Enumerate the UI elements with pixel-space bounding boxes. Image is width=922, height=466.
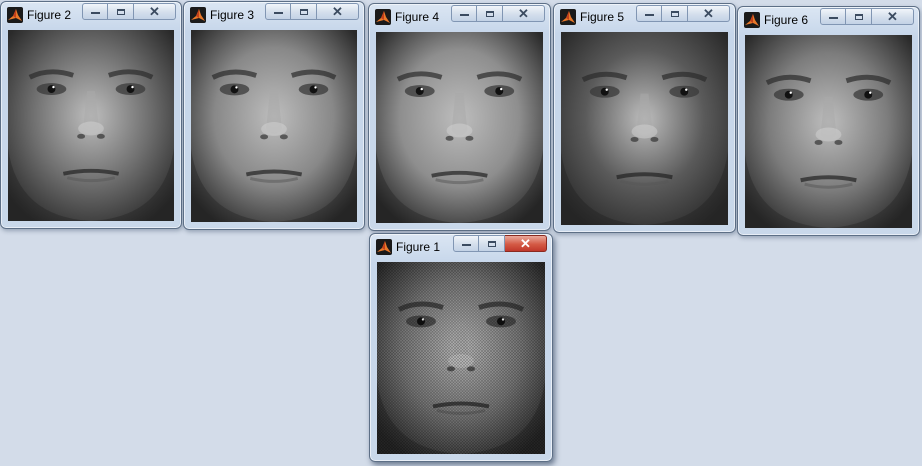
title-bar[interactable]: Figure 6 ✕	[738, 7, 919, 31]
minimize-button[interactable]	[82, 3, 108, 20]
title-bar[interactable]: Figure 1 ✕	[370, 234, 552, 258]
face-image	[8, 30, 174, 221]
face-image	[561, 32, 728, 225]
face-image	[377, 262, 545, 454]
window-title: Figure 3	[210, 8, 255, 22]
minimize-icon	[273, 12, 283, 14]
maximize-icon	[485, 10, 494, 17]
minimize-button[interactable]	[265, 3, 291, 20]
close-icon: ✕	[703, 6, 714, 21]
close-icon: ✕	[520, 236, 531, 251]
figure-window-1[interactable]: Figure 1 ✕	[369, 233, 553, 462]
figure-window-2[interactable]: Figure 2 ✕	[0, 1, 182, 229]
maximize-icon	[299, 8, 308, 15]
close-button[interactable]: ✕	[872, 8, 914, 25]
maximize-button[interactable]	[662, 5, 688, 22]
matlab-icon	[375, 9, 391, 25]
window-title: Figure 1	[396, 240, 441, 254]
maximize-button[interactable]	[479, 235, 505, 252]
minimize-button[interactable]	[820, 8, 846, 25]
maximize-button[interactable]	[477, 5, 503, 22]
figure-window-6[interactable]: Figure 6 ✕	[737, 6, 920, 236]
minimize-button[interactable]	[453, 235, 479, 252]
figure-window-5[interactable]: Figure 5 ✕	[553, 3, 736, 233]
figure-window-3[interactable]: Figure 3 ✕	[183, 1, 365, 230]
close-button[interactable]: ✕	[688, 5, 730, 22]
matlab-icon	[7, 7, 23, 23]
title-bar[interactable]: Figure 2 ✕	[1, 2, 181, 26]
minimize-icon	[461, 244, 471, 246]
face-image	[376, 32, 543, 223]
close-icon: ✕	[149, 4, 160, 19]
title-bar[interactable]: Figure 4 ✕	[369, 4, 550, 28]
close-button[interactable]: ✕	[505, 235, 547, 252]
maximize-icon	[854, 13, 863, 20]
maximize-button[interactable]	[846, 8, 872, 25]
face-image	[745, 35, 912, 228]
maximize-button[interactable]	[108, 3, 134, 20]
minimize-button[interactable]	[636, 5, 662, 22]
window-title: Figure 2	[27, 8, 72, 22]
maximize-icon	[670, 10, 679, 17]
face-image	[191, 30, 357, 222]
maximize-icon	[116, 8, 125, 15]
maximize-icon	[487, 240, 496, 247]
title-bar[interactable]: Figure 3 ✕	[184, 2, 364, 26]
minimize-icon	[459, 14, 469, 16]
minimize-icon	[644, 14, 654, 16]
matlab-icon	[376, 239, 392, 255]
matlab-icon	[190, 7, 206, 23]
close-button[interactable]: ✕	[317, 3, 359, 20]
close-button[interactable]: ✕	[134, 3, 176, 20]
minimize-icon	[828, 17, 838, 19]
minimize-button[interactable]	[451, 5, 477, 22]
matlab-icon	[560, 9, 576, 25]
close-button[interactable]: ✕	[503, 5, 545, 22]
window-title: Figure 5	[580, 10, 625, 24]
matlab-icon	[744, 12, 760, 28]
minimize-icon	[90, 12, 100, 14]
window-title: Figure 6	[764, 13, 809, 27]
title-bar[interactable]: Figure 5 ✕	[554, 4, 735, 28]
window-title: Figure 4	[395, 10, 440, 24]
figure-window-4[interactable]: Figure 4 ✕	[368, 3, 551, 231]
close-icon: ✕	[518, 6, 529, 21]
close-icon: ✕	[332, 4, 343, 19]
maximize-button[interactable]	[291, 3, 317, 20]
close-icon: ✕	[887, 9, 898, 24]
